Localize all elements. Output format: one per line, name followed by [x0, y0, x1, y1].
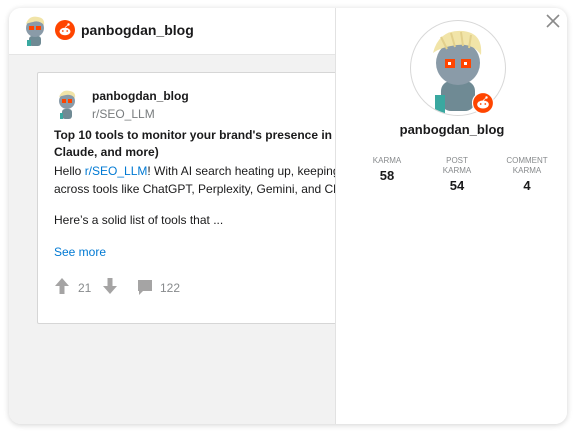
reddit-logo-icon: [55, 20, 75, 40]
comment-icon[interactable]: [136, 278, 154, 296]
profile-username: panbogdan_blog: [399, 122, 505, 137]
stat-value: 4: [523, 178, 531, 193]
post-excerpt: Here’s a solid list of tools that ...: [54, 213, 224, 227]
comment-count: 122: [160, 281, 181, 295]
post-body-text: Hello: [54, 164, 85, 178]
reddit-logo-icon: [472, 92, 494, 114]
stat-karma: KARMA 58: [354, 156, 420, 183]
post-card[interactable]: panbogdan_blog r/SEO_LLM Top 10 tools to…: [37, 72, 364, 324]
header-username[interactable]: panbogdan_blog: [81, 22, 194, 38]
snoo-avatar-icon[interactable]: [54, 87, 80, 121]
downvote-icon[interactable]: [102, 277, 118, 295]
subreddit-link[interactable]: r/SEO_LLM: [85, 164, 148, 178]
profile-popup-window: panbogdan_blog panbogdan_blog r/SEO_LLM …: [9, 8, 567, 424]
post-subreddit[interactable]: r/SEO_LLM: [92, 107, 155, 121]
close-icon[interactable]: [544, 12, 562, 30]
profile-panel: panbogdan_blog KARMA 58 POST KARMA 54 CO…: [335, 8, 567, 424]
feed-header: panbogdan_blog: [9, 8, 335, 55]
upvote-icon[interactable]: [54, 277, 70, 295]
stat-post-karma: POST KARMA 54: [424, 156, 490, 193]
post-author[interactable]: panbogdan_blog: [92, 89, 189, 103]
stat-label: POST KARMA: [442, 156, 472, 175]
stat-value: 58: [379, 168, 395, 183]
stat-comment-karma: COMMENT KARMA 4: [494, 156, 560, 193]
feed-panel: panbogdan_blog panbogdan_blog r/SEO_LLM …: [9, 8, 364, 424]
snoo-avatar-icon[interactable]: [19, 14, 51, 48]
stat-label: COMMENT KARMA: [506, 156, 548, 175]
upvote-count: 21: [78, 281, 92, 295]
see-more-link[interactable]: See more: [54, 245, 106, 259]
post-body-text: ! With AI search heating up, keeping ta: [147, 164, 353, 178]
stat-label: KARMA: [372, 156, 402, 165]
stat-value: 54: [449, 178, 465, 193]
